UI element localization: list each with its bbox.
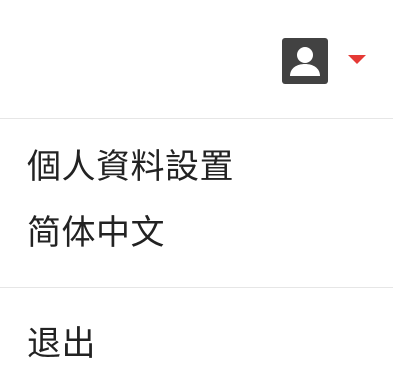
account-dropdown-page: 個人資料設置 简体中文 退出 xyxy=(0,0,393,390)
divider xyxy=(0,118,393,119)
menu-item-language[interactable]: 简体中文 xyxy=(27,205,165,261)
divider xyxy=(0,287,393,288)
menu-item-profile-settings[interactable]: 個人資料設置 xyxy=(27,139,234,195)
caret-down-icon[interactable] xyxy=(348,55,366,64)
header-bar xyxy=(0,0,393,118)
user-silhouette xyxy=(290,47,320,76)
account-box-icon[interactable] xyxy=(282,38,328,84)
menu-item-logout[interactable]: 退出 xyxy=(27,316,96,372)
